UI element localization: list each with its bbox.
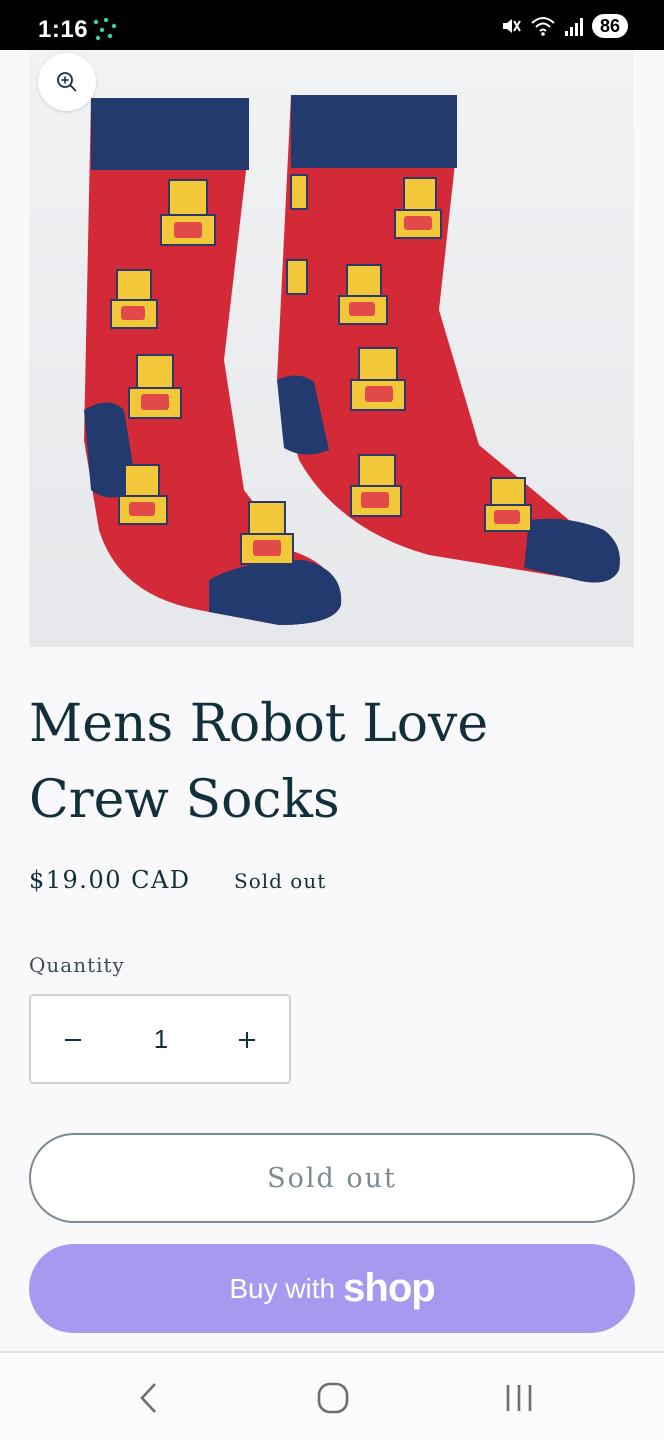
zoom-button[interactable] [38, 53, 96, 111]
recents-button[interactable] [494, 1375, 544, 1421]
notification-dots-icon [93, 18, 117, 41]
product-price: $19.00 CAD [29, 866, 191, 894]
recents-icon [506, 1385, 532, 1411]
home-icon [317, 1382, 349, 1414]
quantity-label: Quantity [29, 953, 125, 977]
sold-out-badge: Sold out [234, 869, 327, 893]
status-icons: 86 [500, 14, 628, 38]
back-icon [140, 1383, 156, 1413]
shop-logo: shop [343, 1266, 436, 1310]
sold-out-button[interactable]: Sold out [29, 1133, 635, 1223]
quantity-input[interactable]: 1 [131, 1024, 191, 1055]
wifi-icon [531, 17, 555, 36]
zoom-in-icon [57, 72, 77, 92]
status-time: 1:16 [38, 16, 89, 43]
signal-icon [564, 18, 583, 36]
quantity-stepper: 1 [29, 994, 291, 1084]
increase-quantity-button[interactable] [223, 1016, 271, 1064]
battery-level: 86 [591, 14, 628, 38]
product-image[interactable] [29, 50, 634, 647]
mute-icon [502, 19, 521, 33]
status-bar: 1:16 86 [0, 0, 664, 50]
back-button[interactable] [124, 1375, 174, 1421]
product-photo [29, 50, 634, 647]
plus-icon [239, 1032, 255, 1048]
decrease-quantity-button[interactable] [49, 1016, 97, 1064]
buy-with-shop-button[interactable]: Buy with shop [29, 1244, 635, 1333]
home-button[interactable] [308, 1375, 358, 1421]
product-title: Mens Robot Love Crew Socks [29, 694, 489, 830]
minus-icon [65, 1039, 81, 1041]
buy-with-label: Buy with [229, 1272, 336, 1304]
system-nav-bar [0, 1353, 664, 1440]
